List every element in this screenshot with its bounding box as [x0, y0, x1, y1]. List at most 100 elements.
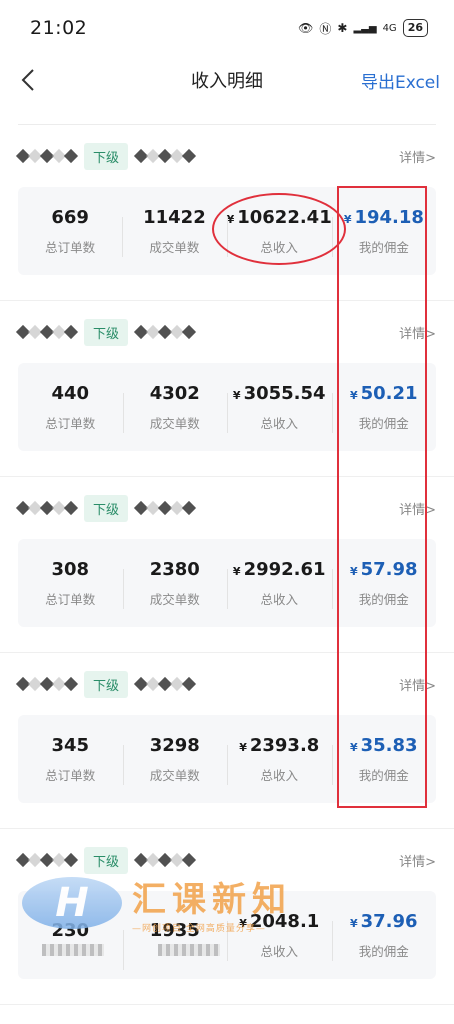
income-value: 2992.61 [243, 558, 326, 580]
commission-value: 50.21 [360, 382, 418, 404]
network-icon: 4G [382, 22, 397, 34]
level-tag: 下级 [84, 846, 129, 874]
blurred-user-name [15, 852, 79, 868]
stat-deal-orders: 1935 [122, 920, 228, 970]
blurred-user-name [133, 676, 197, 692]
commission-label: 我的佣金 [358, 239, 409, 255]
level-tag: 下级 [84, 670, 129, 698]
stat-income: ¥3055.54 总收入 [227, 382, 332, 433]
income-section: 下级 详情> 308 总订单数 2380 成交单数 ¥2992.61 总收入 ¥… [0, 477, 454, 653]
nfc-icon: Ⓝ [319, 21, 332, 36]
blurred-name-glyph [63, 852, 79, 868]
level-tag: 下级 [84, 318, 129, 346]
yen-symbol: ¥ [232, 564, 241, 578]
stat-deal-orders: 3298 成交单数 [122, 734, 228, 785]
income-list: 下级 详情> 669 总订单数 11422 成交单数 ¥10622.41 总收入… [0, 125, 454, 1005]
stat-commission: ¥50.21 我的佣金 [331, 382, 437, 433]
detail-link[interactable]: 详情> [399, 323, 436, 342]
deal-orders-value: 4302 [149, 382, 200, 404]
income-value: 2393.8 [249, 734, 320, 756]
status-bar: 21:02 👁 Ⓝ ✱ ▂▃▅ 4G 26 [0, 0, 454, 56]
deal-orders-label: 成交单数 [149, 767, 200, 783]
deal-orders-value: 3298 [149, 734, 200, 756]
yen-symbol: ¥ [343, 212, 352, 226]
status-time: 21:02 [30, 17, 88, 39]
blurred-user-name [133, 324, 197, 340]
chevron-left-icon[interactable] [20, 65, 50, 95]
detail-link[interactable]: 详情> [399, 675, 436, 694]
blurred-name-glyph [181, 500, 197, 516]
blurred-user-name [15, 676, 79, 692]
blurred-name-glyph [181, 148, 197, 164]
deal-orders-label: 成交单数 [149, 591, 200, 607]
blurred-user-name [133, 500, 197, 516]
commission-label: 我的佣金 [358, 767, 409, 783]
stat-total-orders: 440 总订单数 [18, 383, 123, 432]
stat-income: ¥10622.41 总收入 [226, 206, 332, 257]
stat-deal-orders: 2380 成交单数 [122, 558, 228, 609]
stat-total-orders: 308 总订单数 [18, 559, 123, 608]
stat-commission: ¥35.83 我的佣金 [331, 735, 437, 785]
section-header: 下级 详情> [15, 301, 436, 363]
deal-orders-label: 成交单数 [149, 415, 200, 431]
income-label: 总收入 [260, 943, 298, 959]
stat-total-orders: 669 总订单数 [18, 207, 122, 256]
income-value: 2048.1 [249, 910, 320, 932]
yen-symbol: ¥ [226, 212, 235, 226]
commission-value: 57.98 [360, 558, 418, 580]
deal-orders-value: 1935 [149, 920, 200, 941]
stats-card: 669 总订单数 11422 成交单数 ¥10622.41 总收入 ¥194.1… [18, 187, 436, 275]
stats-card: 345 总订单数 3298 成交单数 ¥2393.8 总收入 ¥35.83 我的… [18, 715, 436, 803]
nav-bar: 收入明细 导出Excel [0, 56, 454, 104]
income-label: 总收入 [260, 415, 298, 431]
blurred-user-name [15, 148, 79, 164]
yen-symbol: ¥ [349, 916, 358, 930]
blurred-user-name [15, 324, 79, 340]
section-header: 下级 详情> [15, 125, 436, 187]
commission-label: 我的佣金 [358, 591, 409, 607]
yen-symbol: ¥ [232, 388, 241, 402]
stats-card: 308 总订单数 2380 成交单数 ¥2992.61 总收入 ¥57.98 我… [18, 539, 436, 627]
eye-icon: 👁 [298, 21, 314, 35]
blurred-user-name [15, 500, 79, 516]
battery-icon: 26 [402, 19, 428, 37]
detail-link[interactable]: 详情> [399, 851, 436, 870]
status-icons: 👁 Ⓝ ✱ ▂▃▅ 4G 26 [298, 19, 428, 37]
blurred-name-glyph [63, 148, 79, 164]
income-label: 总收入 [260, 239, 298, 255]
stat-commission: ¥194.18 我的佣金 [331, 207, 436, 257]
income-section: 下级 详情> 230 1935 ¥2048.1 总收入 ¥37.96 我的佣金 [0, 829, 454, 1005]
stat-income: ¥2992.61 总收入 [227, 558, 332, 609]
stat-deal-orders: 11422 成交单数 [122, 206, 226, 257]
section-header: 下级 详情> [15, 477, 436, 539]
stat-deal-orders: 4302 成交单数 [122, 382, 228, 433]
deal-orders-value: 11422 [143, 206, 206, 228]
total-orders-label: 总订单数 [45, 767, 96, 783]
blurred-user-name [133, 148, 197, 164]
blurred-name-glyph [63, 676, 79, 692]
total-orders-value: 230 [51, 920, 90, 941]
stats-card: 440 总订单数 4302 成交单数 ¥3055.54 总收入 ¥50.21 我… [18, 363, 436, 451]
level-tag: 下级 [84, 142, 129, 170]
section-header: 下级 详情> [15, 653, 436, 715]
yen-symbol: ¥ [349, 564, 358, 578]
income-value: 3055.54 [243, 382, 326, 404]
commission-value: 37.96 [360, 910, 418, 932]
blurred-user-name [133, 852, 197, 868]
detail-link[interactable]: 详情> [399, 499, 436, 518]
total-orders-label: 总订单数 [45, 591, 96, 607]
total-orders-label: 总订单数 [45, 415, 96, 431]
deal-orders-value: 2380 [149, 558, 200, 580]
income-section: 下级 详情> 669 总订单数 11422 成交单数 ¥10622.41 总收入… [0, 125, 454, 301]
income-value: 10622.41 [237, 206, 332, 228]
stat-income: ¥2393.8 总收入 [227, 734, 332, 785]
level-tag: 下级 [84, 494, 129, 522]
total-orders-value: 669 [51, 206, 89, 228]
blurred-name-glyph [181, 852, 197, 868]
blurred-name-glyph [63, 324, 79, 340]
stat-total-orders: 345 总订单数 [18, 735, 123, 784]
export-excel-button[interactable]: 导出Excel [361, 68, 440, 93]
total-orders-value: 308 [51, 558, 90, 580]
bluetooth-icon: ✱ [337, 21, 348, 35]
detail-link[interactable]: 详情> [399, 147, 436, 166]
